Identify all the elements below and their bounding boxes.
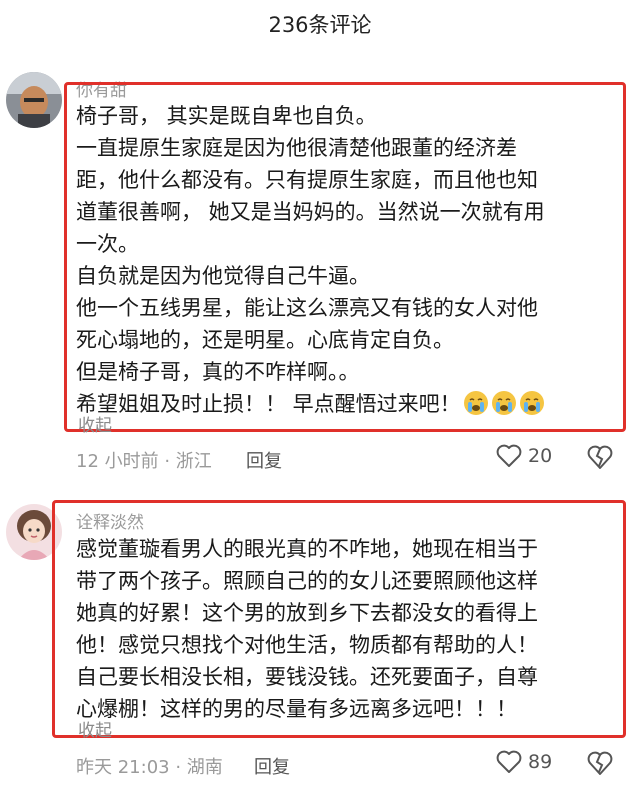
collapse-button[interactable]: 收起 <box>78 411 112 436</box>
broken-heart-icon <box>587 751 613 775</box>
comment-body: 椅子哥， 其实是既自卑也自负。 一直提原生家庭是因为他很清楚他跟董的经济差 距，… <box>76 100 616 420</box>
comment-count-title: 236条评论 <box>268 13 372 37</box>
comment-line: 带了两个孩子。照顾自己的的女儿还要照顾他这样 <box>76 569 538 593</box>
comment-line: 椅子哥， 其实是既自卑也自负。 <box>76 104 377 128</box>
like-count: 20 <box>528 445 553 467</box>
like-button[interactable]: 89 <box>496 750 552 774</box>
avatar[interactable] <box>6 72 62 128</box>
comment-line: 她真的好累！这个男的放到乡下去都没女的看得上 <box>76 601 538 625</box>
crying-face-icon <box>519 391 544 415</box>
comment-line: 死心塌地的，还是明星。心底肯定自负。 <box>76 328 454 352</box>
reply-button[interactable]: 回复 <box>254 753 290 779</box>
reply-button[interactable]: 回复 <box>246 447 282 473</box>
comment-line: 一直提原生家庭是因为他很清楚他跟董的经济差 <box>76 136 517 160</box>
comment-line: 他一个五线男星，能让这么漂亮又有钱的女人对他 <box>76 296 538 320</box>
comment-line-text: 希望姐姐及时止损！！ 早点醒悟过来吧！ <box>76 392 461 416</box>
comment-line: 道董很善啊， 她又是当妈妈的。当然说一次就有用 <box>76 200 545 224</box>
comment-line-last: 希望姐姐及时止损！！ 早点醒悟过来吧！ <box>76 388 616 420</box>
crying-face-icon <box>463 391 488 415</box>
like-button[interactable]: 20 <box>496 444 552 468</box>
comment-line: 他！感觉只想找个对他生活，物质都有帮助的人！ <box>76 633 538 657</box>
heart-icon <box>496 750 522 773</box>
crying-face-icon <box>491 391 516 415</box>
comment-meta: 12 小时前 · 浙江 <box>76 451 212 472</box>
comment-line: 自负就是因为他觉得自己牛逼。 <box>76 264 370 288</box>
dislike-button[interactable] <box>586 444 614 474</box>
comment-line: 感觉董璇看男人的眼光真的不咋地，她现在相当于 <box>76 537 538 561</box>
avatar-image <box>6 72 62 128</box>
comment-body: 感觉董璇看男人的眼光真的不咋地，她现在相当于 带了两个孩子。照顾自己的的女儿还要… <box>76 533 616 725</box>
comment-line: 但是椅子哥，真的不咋样啊。。 <box>76 360 360 384</box>
broken-heart-icon <box>587 445 613 469</box>
comment-line: 心爆棚！这样的男的尽量有多远离多远吧！！！ <box>76 697 517 721</box>
heart-icon <box>496 444 522 467</box>
like-count: 89 <box>528 751 553 773</box>
collapse-button[interactable]: 收起 <box>78 716 112 741</box>
comment-line: 一次。 <box>76 232 139 256</box>
comment-line: 距，他什么都没有。只有提原生家庭，而且他也知 <box>76 168 538 192</box>
comment-line: 自己要长相没长相，要钱没钱。还死要面子，自尊 <box>76 665 538 689</box>
comment-meta: 昨天 21:03 · 湖南 <box>76 757 223 778</box>
comments-header: 236条评论 <box>0 0 640 48</box>
dislike-button[interactable] <box>586 750 614 780</box>
